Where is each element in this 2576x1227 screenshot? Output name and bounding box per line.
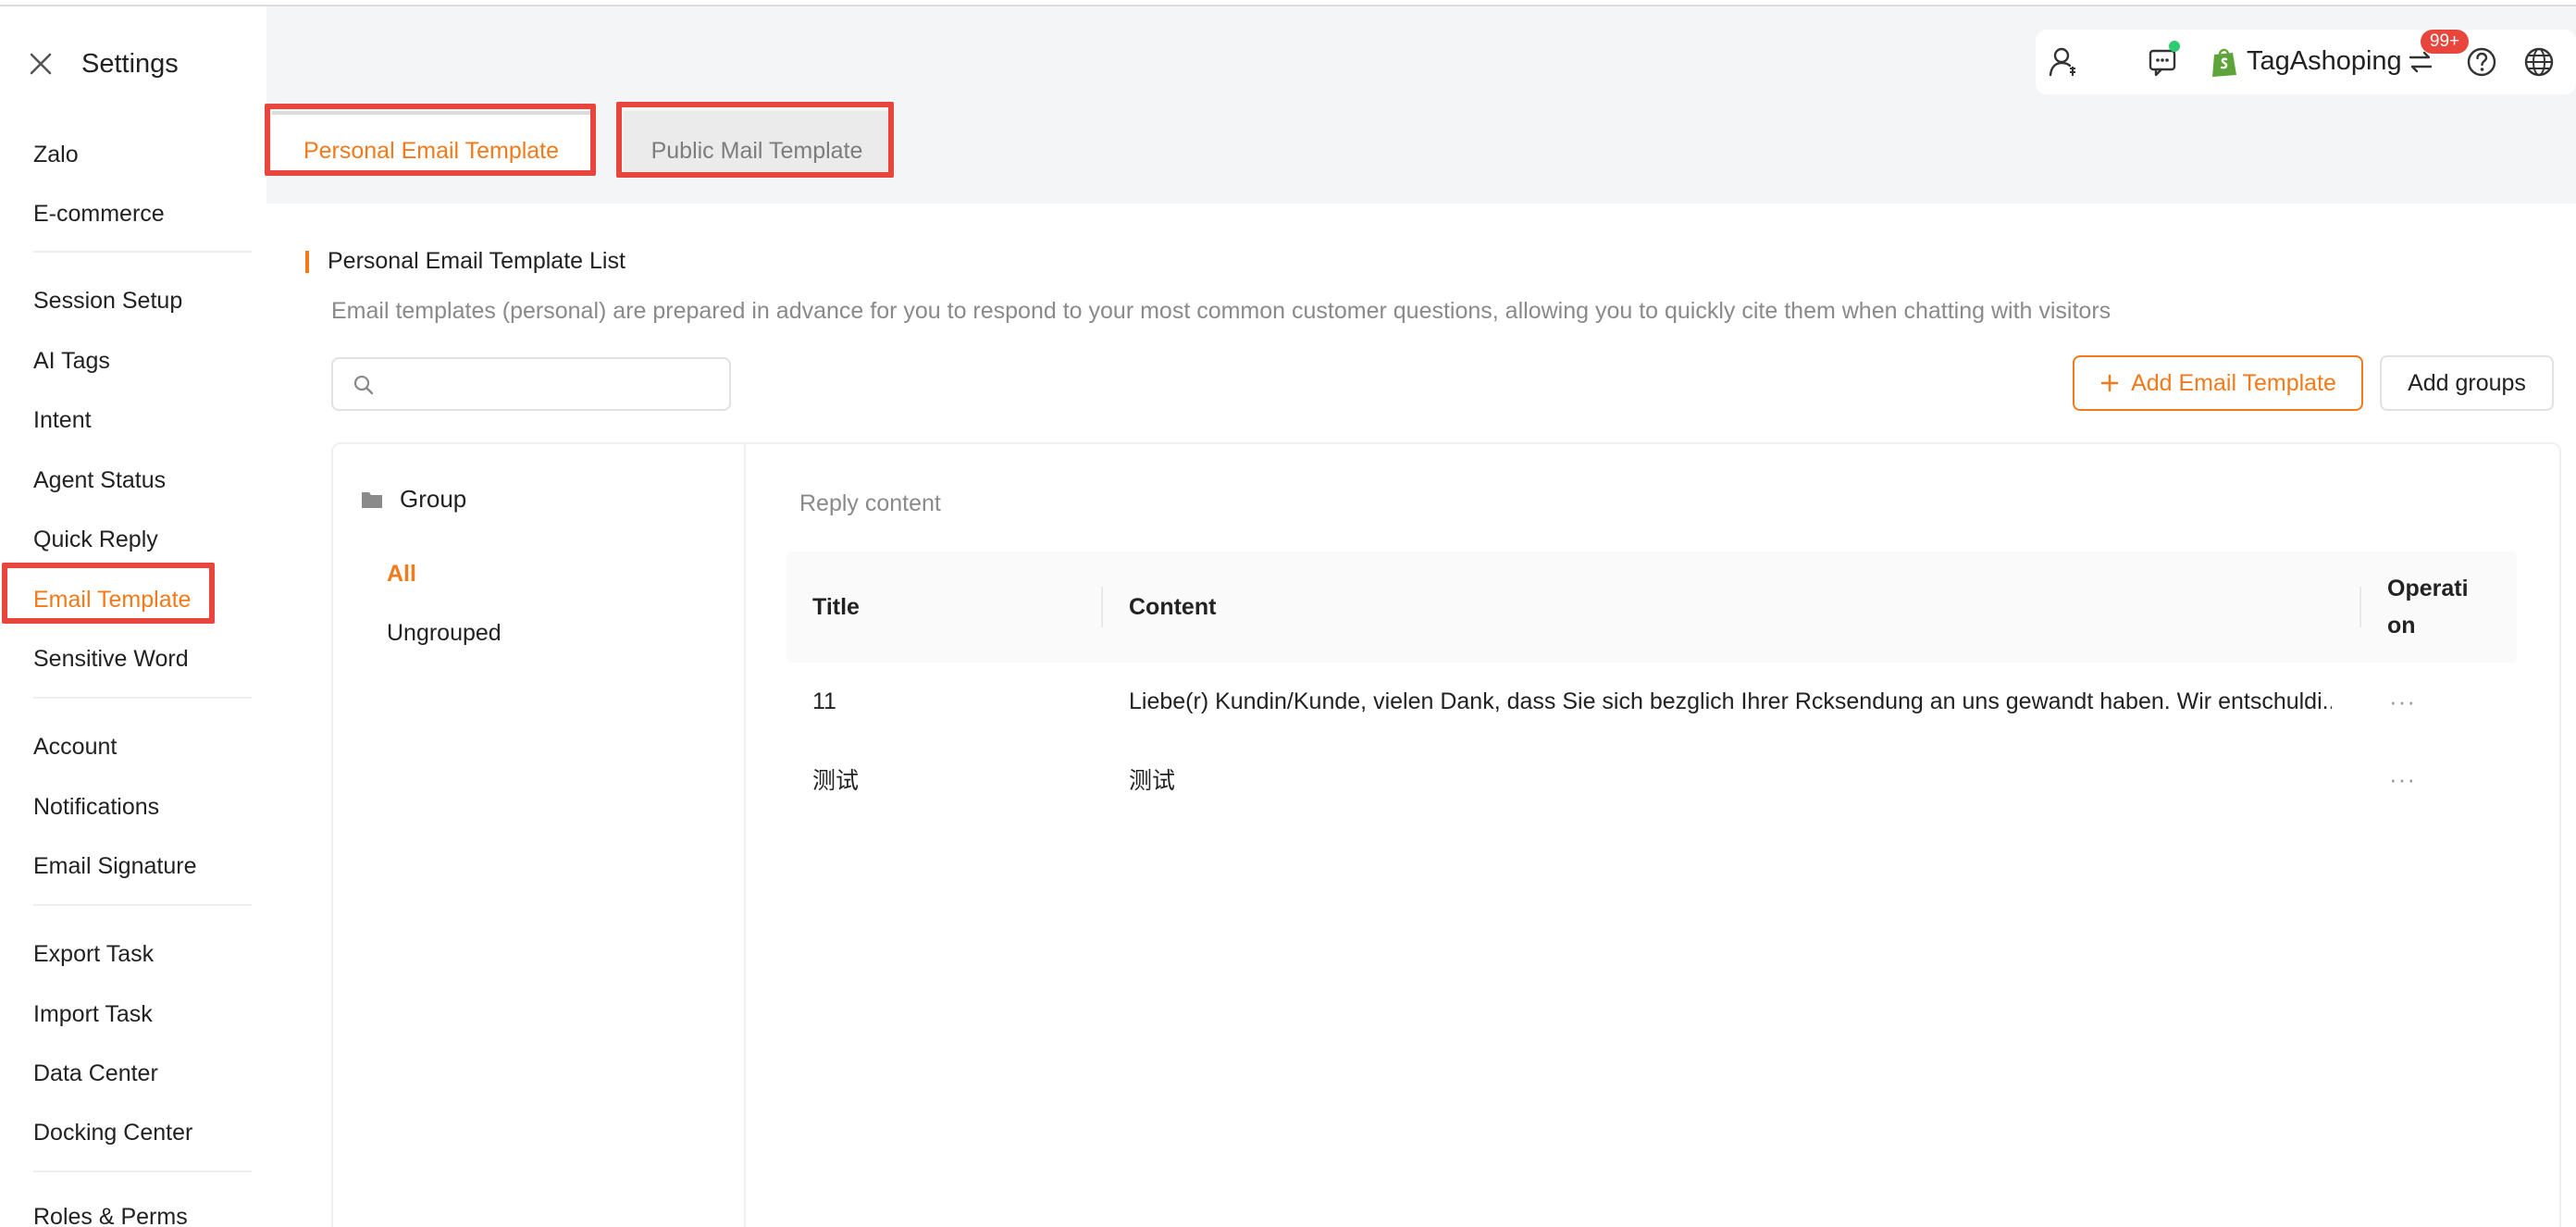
section-title: Personal Email Template List bbox=[305, 248, 625, 275]
settings-title: Settings bbox=[81, 48, 179, 79]
help-icon bbox=[2467, 47, 2496, 77]
sidebar-divider bbox=[33, 1171, 252, 1172]
tab-label: Public Mail Template bbox=[650, 138, 863, 164]
shopify-store-icon-wrap bbox=[2206, 43, 2243, 81]
sidebar-item-zalo[interactable]: Zalo bbox=[0, 129, 266, 180]
column-header-operation: Operati on bbox=[2387, 576, 2469, 638]
plus-icon bbox=[2100, 374, 2119, 392]
column-header-content: Content bbox=[1129, 593, 1217, 620]
group-item-ungrouped[interactable]: Ungrouped bbox=[387, 620, 502, 647]
tab-public-mail-template[interactable]: Public Mail Template bbox=[624, 111, 890, 176]
templates-table: Title Content Operati on 11 Liebe(r) Kun… bbox=[786, 552, 2517, 818]
sidebar-item-ecommerce[interactable]: E-commerce bbox=[0, 188, 266, 240]
close-icon bbox=[30, 53, 52, 75]
section-description: Email templates (personal) are prepared … bbox=[331, 298, 2112, 324]
globe-icon bbox=[2524, 47, 2554, 77]
top-toolbar: TagAshoping 99+ bbox=[2036, 30, 2576, 94]
reply-content-title: Reply content bbox=[799, 490, 941, 516]
sidebar-item-email-signature[interactable]: Email Signature bbox=[0, 840, 266, 892]
sidebar-item-quick-reply[interactable]: Quick Reply bbox=[0, 514, 266, 565]
add-email-template-button[interactable]: Add Email Template bbox=[2073, 355, 2363, 411]
app-window: Settings Zalo E-commerce Session Setup A… bbox=[0, 0, 2576, 1227]
sidebar-item-docking-center[interactable]: Docking Center bbox=[0, 1107, 266, 1159]
column-separator bbox=[2359, 587, 2361, 627]
top-border bbox=[0, 0, 2576, 6]
sidebar-item-session-setup[interactable]: Session Setup bbox=[0, 275, 266, 327]
sidebar-item-account[interactable]: Account bbox=[0, 721, 266, 773]
row-content: 测试 bbox=[1129, 768, 1176, 794]
shop-name[interactable]: TagAshoping bbox=[2247, 46, 2402, 77]
add-groups-button[interactable]: Add groups bbox=[2380, 355, 2554, 411]
search-box[interactable] bbox=[331, 357, 731, 411]
section-title-text: Personal Email Template List bbox=[328, 248, 625, 274]
folder-icon bbox=[362, 491, 382, 508]
settings-sidebar: Settings Zalo E-commerce Session Setup A… bbox=[0, 6, 266, 1227]
sidebar-divider bbox=[33, 251, 252, 253]
help-button[interactable] bbox=[2463, 43, 2500, 81]
online-status-dot bbox=[2169, 41, 2180, 52]
language-button[interactable] bbox=[2520, 43, 2557, 81]
user-status-button[interactable] bbox=[2045, 43, 2082, 81]
section-accent-bar bbox=[305, 250, 309, 273]
sidebar-item-email-template[interactable]: Email Template bbox=[0, 574, 266, 626]
column-header-title: Title bbox=[812, 593, 860, 620]
row-more-options-button[interactable]: ··· bbox=[2389, 740, 2416, 818]
sidebar-divider bbox=[33, 904, 252, 906]
sidebar-item-sensitive-word[interactable]: Sensitive Word bbox=[0, 633, 266, 685]
sidebar-item-intent[interactable]: Intent bbox=[0, 394, 266, 446]
user-icon bbox=[2049, 47, 2075, 77]
sidebar-item-notifications[interactable]: Notifications bbox=[0, 781, 266, 833]
table-header: Title Content Operati on bbox=[786, 552, 2517, 663]
row-more-options-button[interactable]: ··· bbox=[2389, 663, 2416, 740]
group-header: Group bbox=[361, 485, 466, 514]
tab-label: Personal Email Template bbox=[303, 138, 560, 164]
group-column: Group All Ungrouped bbox=[333, 444, 746, 1227]
settings-header: Settings bbox=[20, 43, 179, 84]
sidebar-item-data-center[interactable]: Data Center bbox=[0, 1047, 266, 1099]
main-panel: Personal Email Template List Email templ… bbox=[266, 204, 2576, 1227]
sidebar-item-ai-tags[interactable]: AI Tags bbox=[0, 335, 266, 387]
notification-badge: 99+ bbox=[2421, 30, 2469, 54]
search-icon bbox=[353, 375, 374, 395]
row-content: Liebe(r) Kundin/Kunde, vielen Dank, dass… bbox=[1129, 688, 2332, 714]
table-row[interactable]: 11 Liebe(r) Kundin/Kunde, vielen Dank, d… bbox=[786, 663, 2517, 740]
group-header-label: Group bbox=[400, 485, 467, 513]
add-email-template-label: Add Email Template bbox=[2131, 369, 2336, 396]
row-title: 测试 bbox=[812, 768, 860, 794]
sidebar-item-roles-perms[interactable]: Roles & Perms bbox=[0, 1191, 266, 1227]
row-title: 11 bbox=[812, 688, 836, 714]
sidebar-divider bbox=[33, 697, 252, 699]
search-input[interactable] bbox=[389, 365, 722, 403]
table-row[interactable]: 测试 测试 ··· bbox=[786, 740, 2517, 818]
sidebar-item-import-task[interactable]: Import Task bbox=[0, 988, 266, 1040]
template-content-card: Group All Ungrouped Reply content Title … bbox=[331, 442, 2561, 1227]
tab-personal-email-template[interactable]: Personal Email Template bbox=[272, 111, 590, 176]
sidebar-item-agent-status[interactable]: Agent Status bbox=[0, 454, 266, 506]
column-separator bbox=[1101, 587, 1103, 627]
group-item-all[interactable]: All bbox=[387, 561, 416, 588]
shopify-icon bbox=[2212, 48, 2236, 77]
sidebar-item-export-task[interactable]: Export Task bbox=[0, 928, 266, 980]
close-button[interactable] bbox=[20, 43, 61, 84]
